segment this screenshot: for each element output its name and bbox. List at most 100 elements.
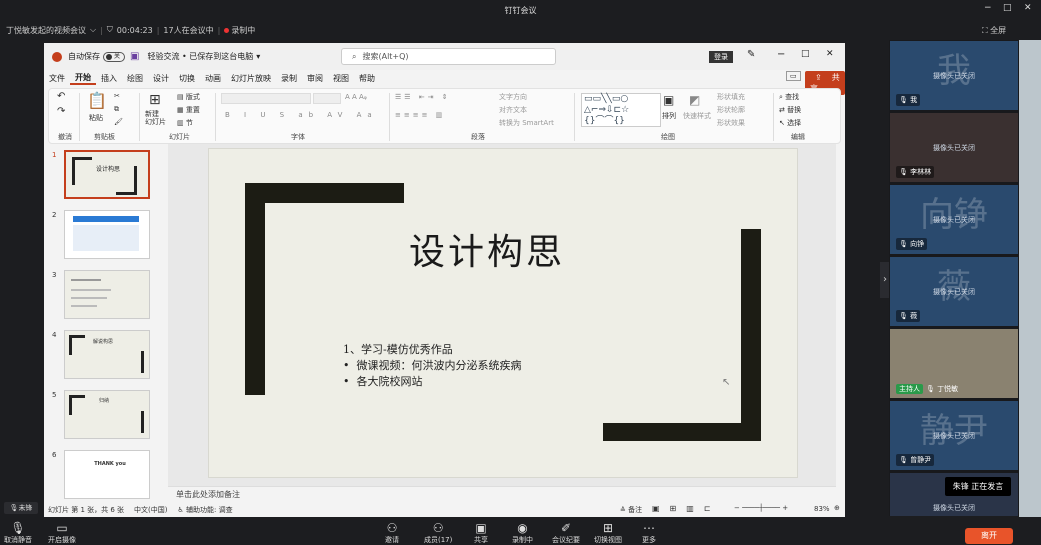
arrange-icon[interactable]: ▣ xyxy=(663,93,674,107)
meeting-name[interactable]: 丁悦敏发起的视频会议 xyxy=(6,25,86,36)
replace-button[interactable]: ⇄ 替换 xyxy=(779,105,801,115)
thumbnail-slide-6[interactable]: THANK you xyxy=(64,450,150,499)
participant-tile[interactable]: 我摄像头已关闭 🎙 我 xyxy=(890,41,1018,110)
participant-tile[interactable]: 薇摄像头已关闭 🎙 薇 xyxy=(890,257,1018,326)
tab-draw[interactable]: 绘图 xyxy=(122,73,148,84)
redo-icon[interactable]: ↷ xyxy=(57,106,65,117)
thumbnail-slide-1[interactable]: 设计构思 xyxy=(64,150,150,199)
align-text-button[interactable]: 对齐文本 xyxy=(499,105,527,115)
smartart-button[interactable]: 转换为 SmartArt xyxy=(499,118,554,128)
paste-icon[interactable]: 📋 xyxy=(87,91,107,110)
font-grow-icon[interactable]: A A Aᵩ xyxy=(345,93,367,101)
zoom-slider[interactable]: − ────┼──── + xyxy=(734,504,788,512)
new-slide-button[interactable]: 新建 幻灯片 xyxy=(145,110,166,126)
undo-icon[interactable]: ↶ xyxy=(57,91,65,102)
participant-tile[interactable]: 静尹 摄像头已关闭 🎙 曾静尹 xyxy=(890,401,1018,470)
mini-mic-indicator[interactable]: 🎙未锋 xyxy=(4,502,38,514)
shape-fill-button[interactable]: 形状填充 xyxy=(717,92,745,102)
tab-home[interactable]: 开始 xyxy=(70,72,96,85)
maximize-icon[interactable]: □ xyxy=(1003,3,1012,13)
font-size-select[interactable] xyxy=(313,93,341,104)
tab-file[interactable]: 文件 xyxy=(44,73,70,84)
more-button[interactable]: ⋯ 更多 xyxy=(642,522,656,545)
notes-pane[interactable]: 单击此处添加备注 xyxy=(168,486,836,502)
chevron-down-icon[interactable]: ⌵ xyxy=(90,25,96,35)
tab-review[interactable]: 审阅 xyxy=(302,73,328,84)
tab-slideshow[interactable]: 幻灯片放映 xyxy=(226,73,276,84)
list-icons[interactable]: ☰☰ ⇤⇥ ⇕ xyxy=(395,93,451,101)
language-status[interactable]: 中文(中国) xyxy=(134,505,167,515)
minimize-icon[interactable]: − xyxy=(777,49,785,60)
arrange-button[interactable]: 排列 xyxy=(662,111,676,121)
camera-button[interactable]: ▭ 开启摄像 xyxy=(48,522,76,545)
save-icon[interactable]: ▣ xyxy=(130,51,139,62)
layout-icon: ⊞ xyxy=(602,521,614,535)
text-direction-button[interactable]: 文字方向 xyxy=(499,92,527,102)
shape-effect-button[interactable]: 形状效果 xyxy=(717,118,745,128)
thumbnail-slide-3[interactable] xyxy=(64,270,150,319)
shapes-gallery[interactable]: ▭▭╲╲▭○ △⌐⇒⇩⊏☆ {}⌒⌒{} xyxy=(581,93,661,127)
minimize-icon[interactable]: − xyxy=(984,3,992,13)
share-screen-button[interactable]: ▣ 共享 xyxy=(474,522,488,545)
close-icon[interactable]: ✕ xyxy=(1024,3,1032,13)
tab-design[interactable]: 设计 xyxy=(148,73,174,84)
slide-number: 3 xyxy=(52,271,57,279)
comment-icon[interactable]: ▭ xyxy=(786,71,801,81)
pen-icon[interactable]: ✎ xyxy=(747,49,755,60)
layout-button[interactable]: ⊞ 切换视图 xyxy=(594,522,622,545)
share-icon: ⇪ xyxy=(815,73,822,82)
shield-icon: ⛉ xyxy=(106,25,113,34)
search-input[interactable]: ⌕ 搜索(Alt+Q) xyxy=(341,48,556,65)
font-style-icons[interactable]: B I U S ab AV Aa xyxy=(225,111,378,119)
current-slide[interactable]: 设计构思 1、学习-模仿优秀作品 • 微课视频：何洪波内分泌系统疾病 • 各大院… xyxy=(208,148,798,478)
vertical-scrollbar[interactable] xyxy=(836,144,845,487)
group-clipboard: 剪贴板 xyxy=(94,133,115,141)
paste-button[interactable]: 粘贴 xyxy=(89,113,103,123)
thumbnail-slide-5[interactable]: 归纳 xyxy=(64,390,150,439)
members-button[interactable]: ⚇ 成员(17) xyxy=(424,522,452,545)
find-button[interactable]: ⌕ 查找 xyxy=(779,92,799,102)
participant-tile[interactable]: 向铮 摄像头已关闭 🎙 向铮 xyxy=(890,185,1018,254)
thumbnail-slide-2[interactable] xyxy=(64,210,150,259)
tab-view[interactable]: 视图 xyxy=(328,73,354,84)
select-button[interactable]: ↖ 选择 xyxy=(779,118,801,128)
record-button[interactable]: ◉ 录制中 xyxy=(512,522,533,545)
leave-button[interactable]: 离开 xyxy=(965,528,1013,544)
fit-slide-icon[interactable]: ⊕ xyxy=(834,504,840,512)
cut-icon[interactable]: ✂ xyxy=(114,92,120,100)
record-dot-icon xyxy=(224,27,230,33)
tab-animations[interactable]: 动画 xyxy=(200,73,226,84)
tab-transitions[interactable]: 切换 xyxy=(174,73,200,84)
participant-tile[interactable]: 摄像头已关闭 🎙 李林林 xyxy=(890,113,1018,182)
tab-record[interactable]: 录制 xyxy=(276,73,302,84)
section-button[interactable]: ▥ 节 xyxy=(177,118,193,128)
invite-button[interactable]: ⚇ 邀请 xyxy=(385,522,399,545)
font-name-select[interactable] xyxy=(221,93,311,104)
format-painter-icon[interactable]: 🖌 xyxy=(114,118,123,126)
view-icons[interactable]: ▣⊞▥⊏ xyxy=(652,504,721,513)
align-icons[interactable]: ≡≡≡≡ ▥ xyxy=(395,111,445,119)
participant-tile-host[interactable]: 主持人 🎙 丁悦敏 xyxy=(890,329,1018,398)
autosave-toggle[interactable]: 关 xyxy=(103,51,125,62)
layout-button[interactable]: ▤ 版式 xyxy=(177,92,200,102)
recording-status: 录制中 xyxy=(224,25,255,36)
tab-help[interactable]: 帮助 xyxy=(354,73,380,84)
notes-button[interactable]: ≙ 备注 xyxy=(620,505,642,515)
quick-styles-icon[interactable]: ◩ xyxy=(689,93,700,107)
quick-styles-button[interactable]: 快速样式 xyxy=(683,111,711,121)
tab-insert[interactable]: 插入 xyxy=(96,73,122,84)
file-name[interactable]: 轻验交流 • 已保存到这台电脑 xyxy=(147,51,253,62)
login-button[interactable]: 登录 xyxy=(709,51,733,63)
thumbnail-slide-4[interactable]: 解说构思 xyxy=(64,330,150,379)
unmute-button[interactable]: 🎙 取消静音 xyxy=(4,522,32,545)
zoom-level[interactable]: 83% xyxy=(814,505,830,513)
copy-icon[interactable]: ⧉ xyxy=(114,105,119,114)
new-slide-icon[interactable]: ⊞ xyxy=(149,92,161,108)
accessibility-status[interactable]: ♿ 辅助功能: 调查 xyxy=(178,505,233,515)
reset-button[interactable]: ▦ 重置 xyxy=(177,105,200,115)
minutes-button[interactable]: ✐ 会议纪要 xyxy=(552,522,580,545)
shape-outline-button[interactable]: 形状轮廓 xyxy=(717,105,745,115)
restore-icon[interactable]: □ xyxy=(801,49,810,59)
fullscreen-button[interactable]: ⛶ 全屏 xyxy=(982,25,1006,36)
close-icon[interactable]: ✕ xyxy=(826,49,834,59)
